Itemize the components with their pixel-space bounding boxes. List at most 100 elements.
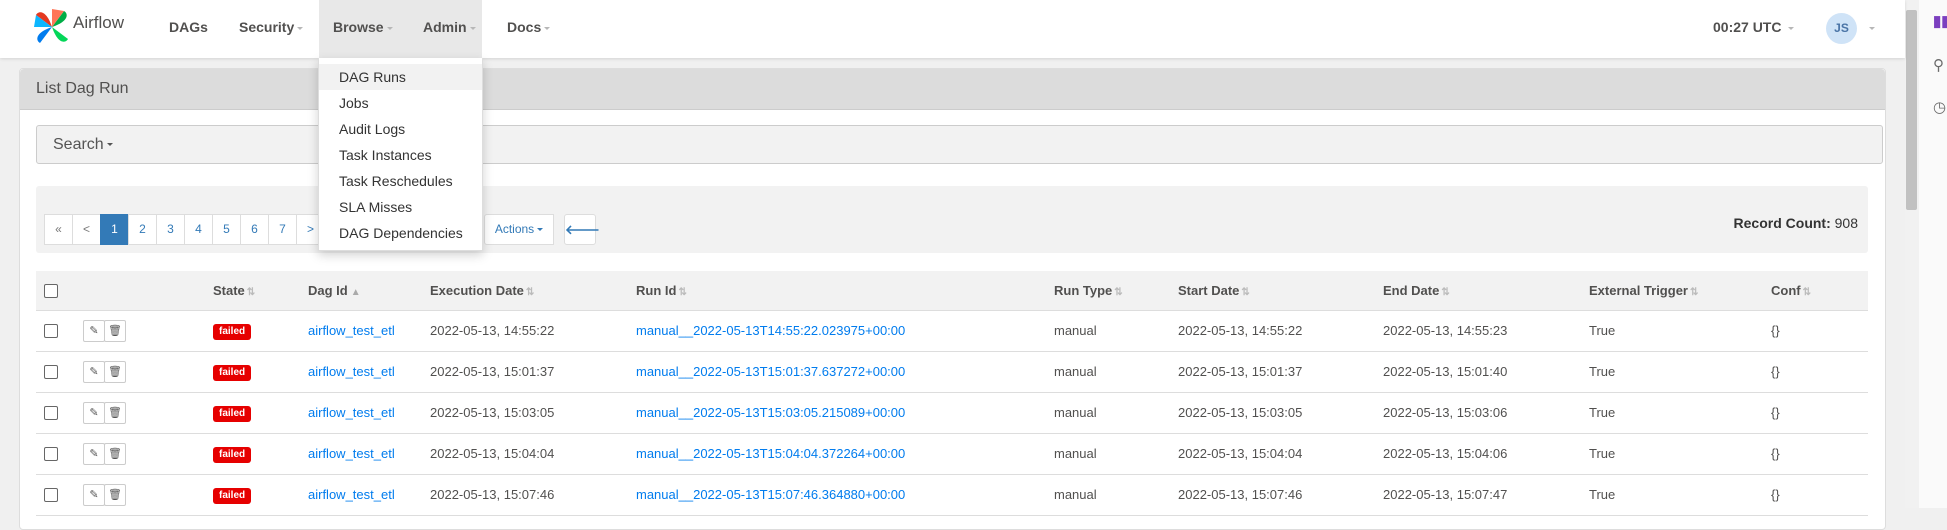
col-end-date[interactable]: End Date ⇅: [1382, 271, 1588, 311]
edit-icon[interactable]: ✎: [83, 319, 105, 342]
nav-security[interactable]: Security: [239, 19, 304, 35]
end-date-cell: 2022-05-13, 15:04:06: [1382, 433, 1588, 475]
actions-label: Actions: [494, 222, 535, 236]
dag-run-table: State ⇅ Dag Id ▲ Execution Date ⇅ Run Id ⇅ R…: [36, 271, 1868, 516]
sort-icon: ⇅: [678, 286, 687, 298]
col-state[interactable]: State ⇅: [212, 271, 307, 311]
dag-id-link[interactable]: airflow_test_etl: [308, 364, 395, 379]
avatar[interactable]: JS: [1826, 13, 1857, 44]
pagination: « < 1 2 3 4 5 6 7 >: [44, 214, 325, 245]
sort-asc-icon: ▲: [350, 286, 361, 298]
page-7[interactable]: 7: [268, 214, 297, 245]
menu-item-dag-dependencies[interactable]: DAG Dependencies: [319, 220, 482, 246]
start-date-cell: 2022-05-13, 14:55:22: [1177, 310, 1382, 352]
table-row: ✎ 🗑 failed airflow_test_etl 2022-05-13, 1…: [36, 392, 1868, 434]
status-badge[interactable]: failed: [213, 323, 252, 340]
menu-item-sla-misses[interactable]: SLA Misses: [319, 194, 482, 220]
dag-id-link[interactable]: airflow_test_etl: [308, 405, 395, 420]
select-all-checkbox[interactable]: [44, 284, 58, 299]
page-2[interactable]: 2: [128, 214, 157, 245]
col-conf-label: Conf: [1771, 282, 1801, 298]
dag-id-link[interactable]: airflow_test_etl: [308, 487, 395, 502]
dag-id-link[interactable]: airflow_test_etl: [308, 323, 395, 338]
chevron-down-icon: [1788, 26, 1795, 30]
page-6[interactable]: 6: [240, 214, 269, 245]
menu-item-jobs[interactable]: Jobs: [319, 90, 482, 116]
chevron-down-icon[interactable]: [1869, 27, 1875, 30]
page-3[interactable]: 3: [156, 214, 185, 245]
execution-date-cell: 2022-05-13, 15:07:46: [429, 474, 635, 516]
col-start-date-label: Start Date: [1178, 282, 1240, 298]
sort-icon: ⇅: [1689, 286, 1699, 298]
run-id-link[interactable]: manual__2022-05-13T15:07:46.364880+00:00: [636, 487, 905, 502]
row-checkbox[interactable]: [44, 365, 58, 380]
airflow-logo[interactable]: Airflow: [32, 7, 124, 47]
scroll-thumb[interactable]: [1906, 10, 1917, 210]
history-icon[interactable]: ◷: [1933, 98, 1946, 116]
nav-admin[interactable]: Admin: [423, 19, 476, 35]
run-id-link[interactable]: manual__2022-05-13T15:01:37.637272+00:00: [636, 364, 905, 379]
pinwheel-icon: [34, 9, 68, 43]
search-icon[interactable]: ⚲: [1933, 56, 1944, 74]
run-id-link[interactable]: manual__2022-05-13T14:55:22.023975+00:00: [636, 323, 905, 338]
menu-item-dag-runs[interactable]: DAG Runs: [319, 64, 482, 90]
page-first[interactable]: «: [44, 214, 73, 245]
conf-cell: {}: [1770, 392, 1868, 434]
page-1[interactable]: 1: [100, 214, 129, 245]
page-5[interactable]: 5: [212, 214, 241, 245]
edit-icon[interactable]: ✎: [83, 360, 105, 383]
col-execution-date[interactable]: Execution Date ⇅: [429, 271, 635, 311]
nav-security-label: Security: [239, 19, 295, 35]
dag-id-link[interactable]: airflow_test_etl: [308, 446, 395, 461]
end-date-cell: 2022-05-13, 15:07:47: [1382, 474, 1588, 516]
col-run-id[interactable]: Run Id ⇅: [635, 271, 1053, 311]
col-conf[interactable]: Conf ⇅: [1770, 271, 1868, 311]
trash-icon[interactable]: 🗑: [104, 360, 126, 383]
row-checkbox[interactable]: [44, 488, 58, 503]
nav-dags[interactable]: DAGs: [169, 19, 208, 35]
actions-button[interactable]: Actions: [484, 214, 554, 245]
start-date-cell: 2022-05-13, 15:01:37: [1177, 351, 1382, 393]
chevron-down-icon: [537, 228, 544, 232]
menu-item-audit-logs[interactable]: Audit Logs: [319, 116, 482, 142]
edit-icon[interactable]: ✎: [83, 401, 105, 424]
col-start-date[interactable]: Start Date ⇅: [1177, 271, 1382, 311]
run-type-cell: manual: [1053, 310, 1177, 352]
page-prev[interactable]: <: [72, 214, 101, 245]
trash-icon[interactable]: 🗑: [104, 319, 126, 342]
row-checkbox[interactable]: [44, 447, 58, 462]
menu-item-task-reschedules[interactable]: Task Reschedules: [319, 168, 482, 194]
col-dag-id[interactable]: Dag Id ▲: [307, 271, 429, 311]
record-count-value: 908: [1834, 215, 1858, 231]
external-trigger-cell: True: [1588, 392, 1770, 434]
table-row: ✎ 🗑 failed airflow_test_etl 2022-05-13, 1…: [36, 310, 1868, 352]
chevron-down-icon: [386, 26, 393, 30]
status-badge[interactable]: failed: [213, 405, 252, 422]
search-toggle[interactable]: Search: [36, 125, 1883, 164]
trash-icon[interactable]: 🗑: [104, 442, 126, 465]
status-badge[interactable]: failed: [213, 446, 252, 463]
status-badge[interactable]: failed: [213, 364, 252, 381]
run-id-link[interactable]: manual__2022-05-13T15:04:04.372264+00:00: [636, 446, 905, 461]
status-badge[interactable]: failed: [213, 487, 252, 504]
row-checkbox[interactable]: [44, 406, 58, 421]
col-run-type[interactable]: Run Type ⇅: [1053, 271, 1177, 311]
nav-browse[interactable]: Browse: [333, 19, 393, 35]
edit-icon[interactable]: ✎: [83, 483, 105, 506]
external-trigger-cell: True: [1588, 433, 1770, 475]
edit-icon[interactable]: ✎: [83, 442, 105, 465]
row-checkbox[interactable]: [44, 324, 58, 339]
utc-clock[interactable]: 00:27 UTC: [1713, 19, 1795, 35]
chevron-down-icon: [469, 26, 476, 30]
page-4[interactable]: 4: [184, 214, 213, 245]
back-button[interactable]: 🡐: [564, 214, 600, 245]
col-dag-id-label: Dag Id: [308, 282, 348, 298]
trash-icon[interactable]: 🗑: [104, 401, 126, 424]
sort-icon: ⇅: [525, 286, 535, 298]
run-id-link[interactable]: manual__2022-05-13T15:03:05.215089+00:00: [636, 405, 905, 420]
trash-icon[interactable]: 🗑: [104, 483, 126, 506]
col-external-trigger[interactable]: External Trigger ⇅: [1588, 271, 1770, 311]
nav-docs[interactable]: Docs: [507, 19, 551, 35]
menu-item-task-instances[interactable]: Task Instances: [319, 142, 482, 168]
extension-icon[interactable]: ▮▮: [1933, 12, 1947, 30]
